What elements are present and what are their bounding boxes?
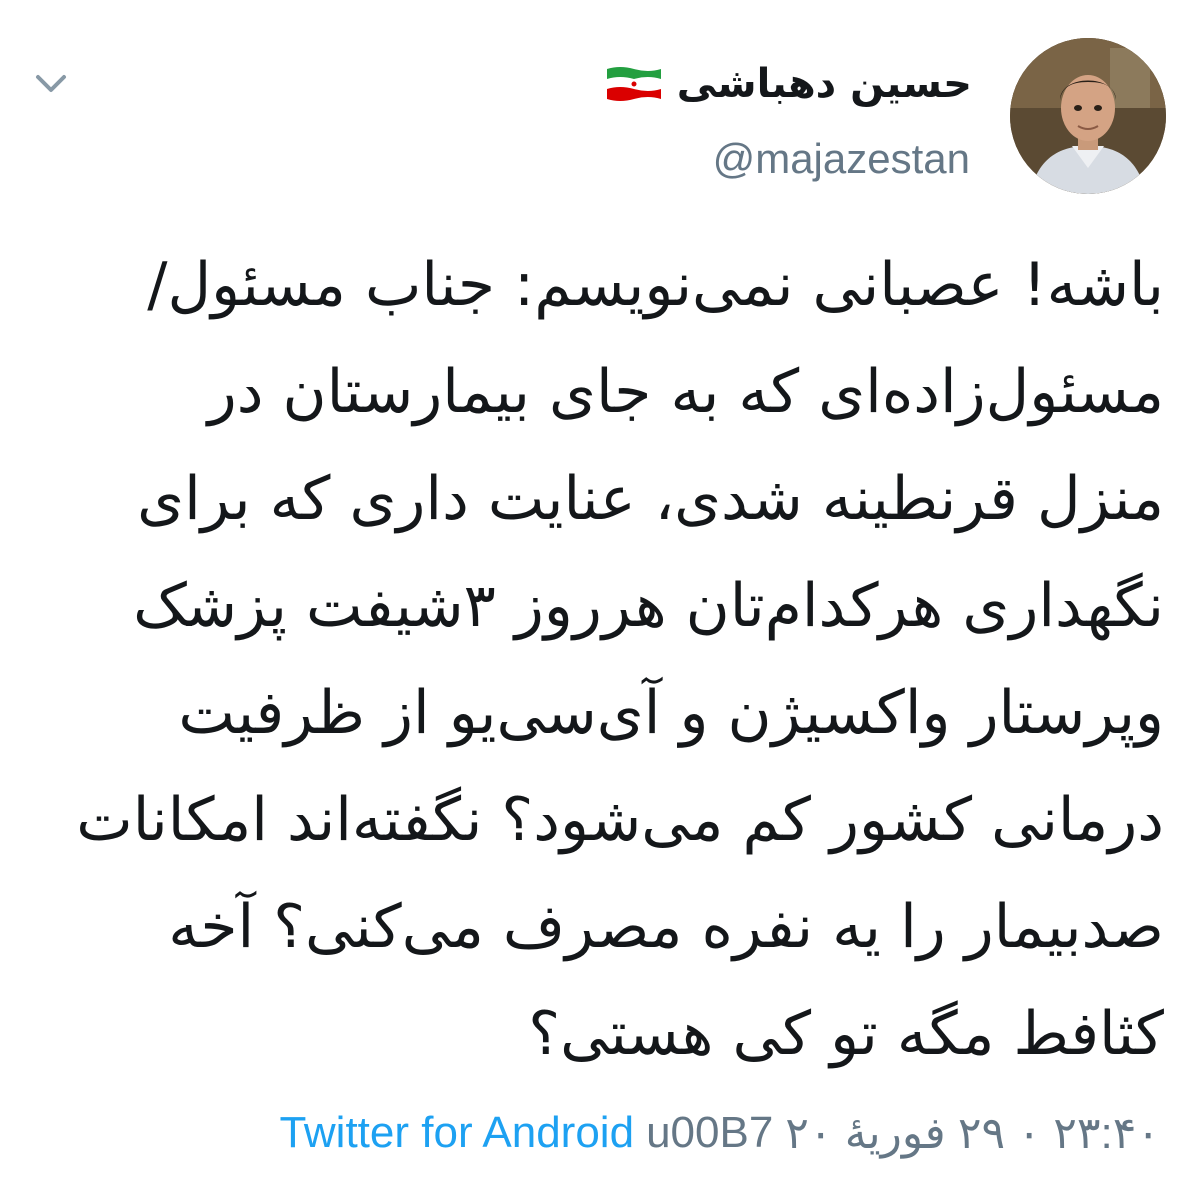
tweet-timestamp[interactable]: ۲۳:۴۰ ۰ ۲۹ فوریهٔ ۲۰ xyxy=(785,1108,1160,1159)
author-handle[interactable]: @majazestan xyxy=(713,130,970,188)
tweet-line: باشه! عصبانی نمی‌نویسم: جناب مسئول/ xyxy=(147,250,1164,320)
tweet-line: کثافط مگه تو کی هستی؟ xyxy=(528,999,1164,1069)
tweet-card: حسین دهباشی @majazestan باشه! عصبانی نمی… xyxy=(0,0,1200,1193)
tweet-line: منزل قرنطینه شدی، عنایت داری که برای xyxy=(137,464,1164,534)
tweet-line: مسئول‌زاده‌ای که به جای بیمارستان در xyxy=(207,357,1164,427)
meta-separator: u00B7 xyxy=(646,1108,774,1157)
iran-flag-icon xyxy=(606,67,661,101)
tweet-line: وپرستار واکسیژن و آی‌سی‌یو از ظرفیت xyxy=(178,678,1164,748)
tweet-line: صدبیمار را یه نفره مصرف می‌کنی؟ آخه xyxy=(168,892,1164,962)
author-name[interactable]: حسین دهباشی xyxy=(677,52,972,116)
tweet-text: باشه! عصبانی نمی‌نویسم: جناب مسئول/ مسئو… xyxy=(36,232,1164,1088)
source-link[interactable]: Twitter for Android xyxy=(279,1108,634,1158)
tweet-line: نگهداری هرکدام‌تان هرروز ۳شیفت پزشک xyxy=(133,571,1164,641)
author-name-row: حسین دهباشی xyxy=(605,52,972,116)
chevron-down-icon[interactable] xyxy=(30,62,72,104)
tweet-meta: Twitter for Android u00B7 ۲۳:۴۰ ۰ ۲۹ فور… xyxy=(279,1100,1160,1166)
tweet-line: درمانی کشور کم می‌شود؟ نگفته‌اند امکانات xyxy=(76,785,1164,855)
avatar[interactable] xyxy=(1010,38,1166,194)
